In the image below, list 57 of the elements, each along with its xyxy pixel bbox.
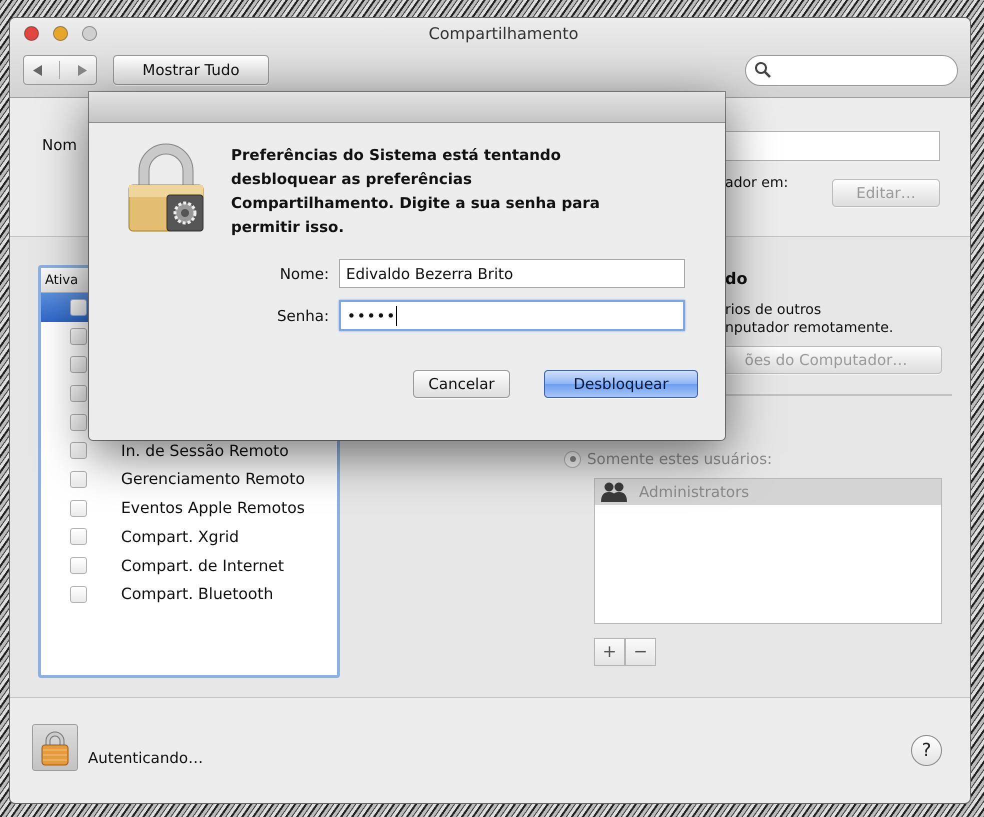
service-row[interactable]: Compart. de Internet <box>41 551 337 580</box>
checkbox[interactable] <box>70 470 87 488</box>
address-text: ador em: <box>725 175 788 193</box>
field-label: Nom <box>42 136 78 156</box>
service-row[interactable]: In. de Sessão Remoto <box>41 436 337 466</box>
radio-button[interactable] <box>564 450 581 468</box>
checkbox[interactable] <box>70 586 87 603</box>
back-icon <box>32 64 42 76</box>
lock-button[interactable] <box>32 724 78 771</box>
service-name: Eventos Apple Remotos <box>121 499 305 518</box>
field-label: Nome: <box>280 264 329 282</box>
zoom-button[interactable] <box>82 26 97 40</box>
service-name: In. de Sessão Remoto <box>121 442 289 460</box>
field-label: Senha: <box>276 306 329 324</box>
checkbox[interactable] <box>70 328 87 345</box>
checkbox[interactable] <box>70 528 87 546</box>
show-all-button[interactable]: Mostrar Tudo <box>113 55 269 85</box>
description-text: rios de outros <box>725 301 822 319</box>
checkbox[interactable] <box>70 298 87 316</box>
add-button[interactable]: + <box>594 638 625 666</box>
user-name: Administrators <box>639 483 750 501</box>
service-name: Gerenciamento Remoto <box>121 470 305 488</box>
service-row[interactable]: Compart. Xgrid <box>41 522 337 552</box>
minimize-button[interactable] <box>53 26 68 40</box>
service-name: Compart. de Internet <box>121 556 284 575</box>
checkbox[interactable] <box>70 414 87 431</box>
remove-button[interactable]: − <box>625 638 656 666</box>
name-field[interactable]: Edivaldo Bezerra Brito <box>339 259 685 288</box>
service-row[interactable]: Eventos Apple Remotos <box>41 494 337 522</box>
service-row[interactable]: Compart. Bluetooth <box>41 580 337 609</box>
description-text: nputador remotamente. <box>725 319 894 337</box>
navigation-buttons[interactable] <box>23 55 97 85</box>
search-icon <box>754 61 772 79</box>
service-row[interactable]: Gerenciamento Remoto <box>41 465 337 494</box>
password-field[interactable]: ••••• <box>339 300 685 331</box>
window-title: Compartilhamento <box>428 24 580 42</box>
padlock-icon <box>127 143 205 233</box>
search-field[interactable] <box>745 54 958 86</box>
dialog-message: Preferências do Sistema está tentando desbloquear as preferências Compartilhamento. Digite a sua senha para permitir isso. <box>231 145 601 238</box>
group-icon <box>601 482 627 502</box>
service-name: Compart. Bluetooth <box>121 585 274 604</box>
checkbox[interactable] <box>70 557 87 574</box>
service-name: Compart. Xgrid <box>121 528 240 546</box>
checkbox[interactable] <box>70 384 87 402</box>
padlock-icon <box>40 730 70 766</box>
forward-icon <box>78 64 88 76</box>
service-status: do <box>725 269 748 288</box>
checkbox[interactable] <box>70 500 87 517</box>
computer-name-field[interactable] <box>725 131 940 161</box>
unlock-button[interactable]: Desbloquear <box>544 370 698 398</box>
radio-label: Somente estes usuários: <box>587 450 772 468</box>
cancel-button[interactable]: Cancelar <box>413 370 510 398</box>
help-button[interactable]: ? <box>911 735 942 766</box>
status-text: Autenticando… <box>88 748 204 766</box>
close-button[interactable] <box>24 26 39 40</box>
checkbox[interactable] <box>70 356 87 374</box>
checkbox[interactable] <box>70 442 87 460</box>
